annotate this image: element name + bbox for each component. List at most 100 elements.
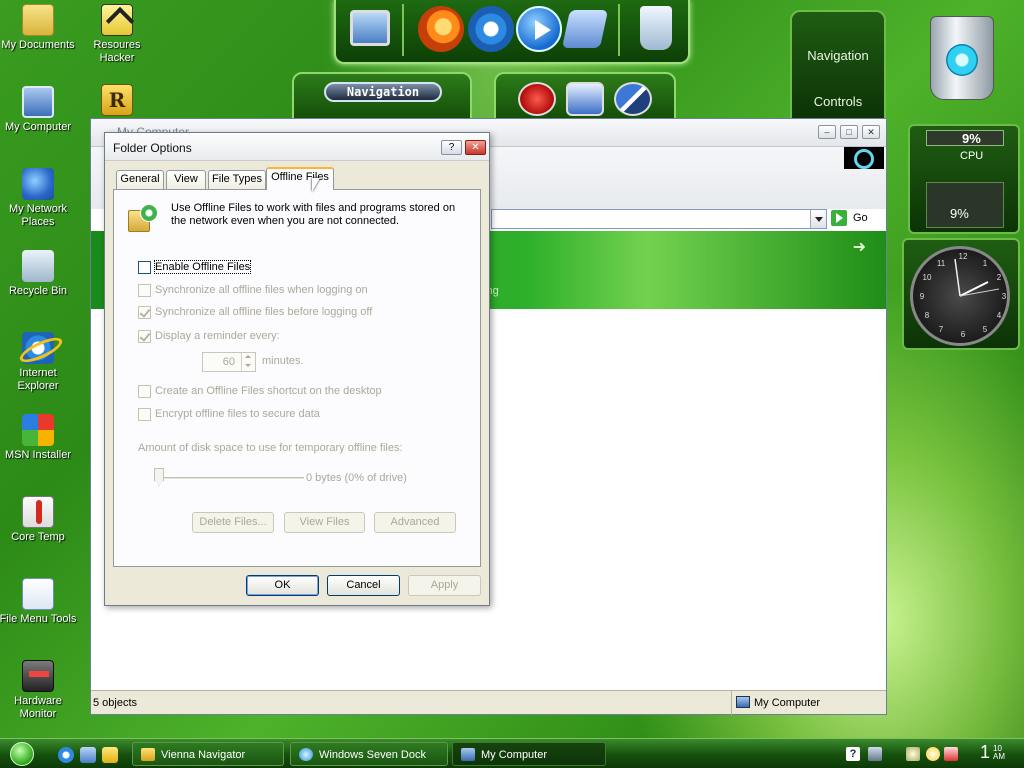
checkbox-box[interactable] [138, 330, 151, 343]
desktop-icon-recycle-bin[interactable]: Recycle Bin [0, 250, 78, 298]
dock-app-icon [299, 748, 313, 761]
window-icon[interactable] [566, 82, 604, 116]
recycle-bin-icon[interactable] [640, 6, 672, 50]
firefox-icon[interactable] [418, 6, 464, 52]
desktop-icon-my-network-places[interactable]: My Network Places [0, 168, 78, 229]
tab-file-types[interactable]: File Types [208, 170, 266, 189]
checkbox-label[interactable]: Enable Offline Files [153, 260, 252, 274]
stepper-buttons[interactable] [241, 353, 255, 371]
offline-files-panel: Use Offline Files to work with files and… [113, 189, 481, 567]
go-arrow-icon [831, 210, 847, 226]
show-desktop-icon[interactable] [80, 747, 96, 763]
recycle-bin-gadget[interactable] [920, 8, 1004, 104]
alert-icon[interactable] [944, 747, 958, 761]
tab-general[interactable]: General [116, 170, 164, 189]
navigation-controls-gadget: Navigation Controls [790, 10, 886, 120]
folder-options-dialog: Folder Options ? ✕ General View File Typ… [104, 132, 490, 606]
desktop-icon-label: Hardware Monitor [14, 695, 62, 720]
smiley-icon[interactable] [926, 747, 940, 761]
help-button[interactable]: ? [441, 140, 462, 155]
checkbox-box[interactable] [138, 306, 151, 319]
internet-explorer-icon[interactable] [468, 6, 514, 52]
my-computer-icon [461, 748, 475, 761]
status-location: My Computer [731, 691, 887, 715]
task-windows-seven-dock[interactable]: Windows Seven Dock [290, 742, 448, 766]
go-button[interactable]: Go [831, 209, 877, 229]
task-my-computer[interactable]: My Computer [452, 742, 606, 766]
start-button[interactable] [10, 742, 34, 766]
computer-icon[interactable] [350, 10, 390, 46]
advanced-button[interactable]: Advanced [374, 512, 456, 533]
internet-explorer-icon [22, 332, 54, 364]
address-bar[interactable] [491, 209, 827, 229]
cpu-label: CPU [960, 150, 984, 162]
reminder-minutes-value[interactable]: 60 [223, 356, 235, 368]
desktop-icon-resource-hacker[interactable]: Resoures Hacker [77, 4, 157, 65]
apply-button[interactable]: Apply [408, 575, 481, 596]
desktop-icon-label: File Menu Tools [0, 613, 77, 625]
power-icon[interactable] [518, 82, 556, 116]
desktop-icon-my-computer[interactable]: My Computer [0, 86, 78, 134]
status-bar: 5 objects My Computer [91, 690, 887, 715]
navigation-button[interactable]: Navigation [324, 82, 442, 102]
dock-separator [402, 4, 404, 56]
sync-icon [140, 204, 158, 222]
banner-arrow-icon[interactable]: ➜ [853, 237, 866, 257]
minimize-button[interactable]: – [818, 125, 836, 139]
desktop-icon-r-app[interactable]: R [77, 84, 157, 119]
delete-files-button[interactable]: Delete Files... [192, 512, 274, 533]
desktop-icon-label: MSN Installer [4, 449, 72, 461]
navigation-panel: Navigation [292, 72, 472, 122]
desktop-icon-internet-explorer[interactable]: Internet Explorer [0, 332, 78, 393]
desktop-icon-hardware-monitor[interactable]: Hardware Monitor [0, 660, 78, 721]
checkbox-box[interactable] [138, 284, 151, 297]
tab-view[interactable]: View [166, 170, 206, 189]
desktop-icon-core-temp[interactable]: Core Temp [0, 496, 78, 544]
ok-button[interactable]: OK [246, 575, 319, 596]
checkbox-box[interactable] [138, 261, 151, 274]
thermometer-icon [22, 496, 54, 528]
disk-space-slider-track[interactable] [154, 477, 304, 480]
reminder-minutes-stepper[interactable]: 60 [202, 352, 256, 372]
maximize-button[interactable]: □ [840, 125, 858, 139]
view-files-button[interactable]: View Files [284, 512, 365, 533]
cancel-button[interactable]: Cancel [327, 575, 400, 596]
media-icon[interactable] [102, 747, 118, 763]
close-button[interactable]: ✕ [862, 125, 880, 139]
address-dropdown-button[interactable] [810, 210, 826, 228]
checkbox-label: Encrypt offline files to secure data [155, 408, 320, 420]
dialog-titlebar[interactable]: Folder Options ? ✕ [105, 133, 489, 161]
desktop-icon-msn-installer[interactable]: MSN Installer [0, 414, 78, 462]
checkbox-label: Synchronize all offline files before log… [155, 306, 373, 318]
checkbox-box[interactable] [138, 408, 151, 421]
help-icon[interactable]: ? [846, 747, 860, 761]
time-machine-icon[interactable] [614, 82, 652, 116]
go-label: Go [853, 212, 868, 224]
system-clock[interactable]: 1 10 AM [980, 742, 1005, 763]
desktop-icon-label: Core Temp [11, 531, 65, 543]
my-documents-icon [22, 4, 54, 36]
tab-offline-files[interactable]: Offline Files [266, 167, 334, 190]
desktop-icon-file-menu-tools[interactable]: File Menu Tools [0, 578, 78, 626]
desktop-icon-my-documents[interactable]: My Documents [0, 4, 78, 52]
checkbox-box[interactable] [138, 385, 151, 398]
analog-clock: 12 1 2 3 4 5 6 7 8 9 10 11 [910, 246, 1010, 346]
network-icon[interactable] [868, 747, 882, 761]
task-vienna-navigator[interactable]: Vienna Navigator [132, 742, 284, 766]
gadget-controls-link[interactable]: Controls [792, 94, 884, 109]
msn-butterfly-icon [22, 414, 54, 446]
desktop-icon-label: Recycle Bin [8, 285, 68, 297]
my-computer-icon [22, 86, 54, 118]
gadget-navigation-link[interactable]: Navigation [792, 48, 884, 63]
chevron-up-icon[interactable] [242, 353, 255, 362]
chevron-down-icon[interactable] [242, 362, 255, 371]
settings-icon[interactable] [561, 10, 609, 48]
media-player-icon[interactable] [516, 6, 562, 52]
gear-icon[interactable] [906, 747, 920, 761]
close-button[interactable]: ✕ [465, 140, 486, 155]
disk-space-slider-thumb[interactable] [154, 468, 164, 486]
disk-space-value: 0 bytes (0% of drive) [306, 472, 407, 484]
dialog-title: Folder Options [113, 141, 192, 155]
internet-explorer-icon[interactable] [58, 747, 74, 763]
desktop-icon-label: Internet Explorer [17, 367, 59, 392]
